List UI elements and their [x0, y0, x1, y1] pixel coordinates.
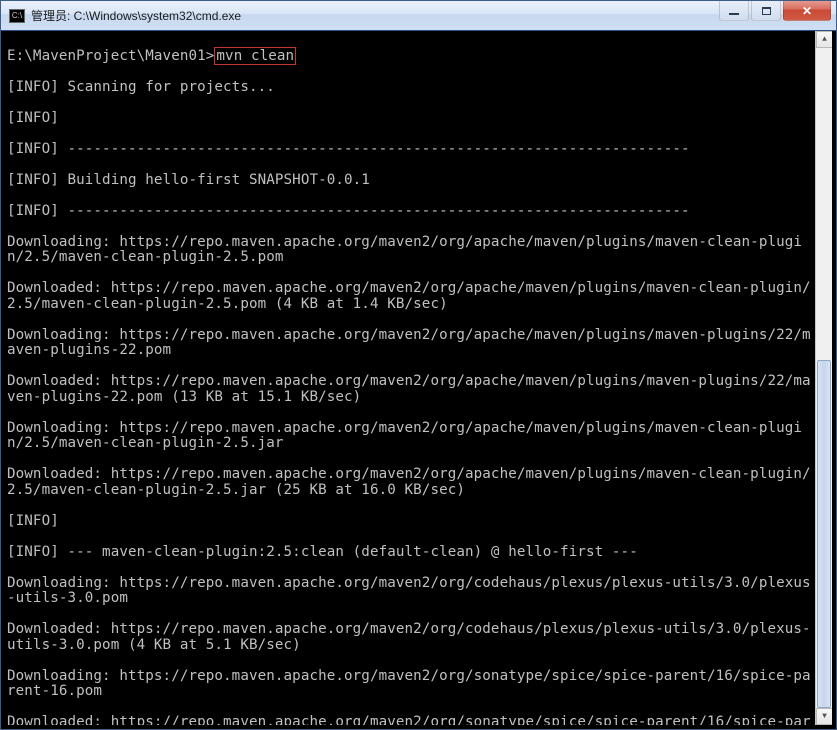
output-line: Downloaded: https://repo.maven.apache.or…: [7, 622, 814, 653]
output-line: Downloaded: https://repo.maven.apache.or…: [7, 374, 814, 405]
window-title: 管理员: C:\Windows\system32\cmd.exe: [31, 7, 241, 24]
output-line: [INFO] --- maven-clean-plugin:2.5:clean …: [7, 545, 814, 561]
output-line: [INFO] ---------------------------------…: [7, 204, 814, 220]
prompt-line: E:\MavenProject\Maven01>mvn clean: [7, 49, 814, 65]
maximize-button[interactable]: [751, 1, 781, 21]
scroll-up-button[interactable]: ▲: [816, 31, 832, 48]
output-line: Downloading: https://repo.maven.apache.o…: [7, 421, 814, 452]
maximize-icon: [762, 7, 771, 15]
vertical-scrollbar[interactable]: ▲ ▼: [815, 31, 832, 725]
output-line: Downloading: https://repo.maven.apache.o…: [7, 235, 814, 266]
scroll-thumb[interactable]: [817, 360, 831, 708]
output-line: Downloaded: https://repo.maven.apache.or…: [7, 715, 814, 725]
close-icon: ✕: [802, 4, 812, 18]
minimize-button[interactable]: [719, 1, 749, 21]
cmd-window: C:\ 管理员: C:\Windows\system32\cmd.exe ✕ E…: [0, 0, 837, 730]
output-line: Downloading: https://repo.maven.apache.o…: [7, 669, 814, 700]
output-line: [INFO]: [7, 111, 814, 127]
minimize-icon: [729, 13, 739, 15]
output-line: [INFO] ---------------------------------…: [7, 142, 814, 158]
output-line: [INFO] Building hello-first SNAPSHOT-0.0…: [7, 173, 814, 189]
scroll-down-button[interactable]: ▼: [816, 708, 832, 725]
terminal-output[interactable]: E:\MavenProject\Maven01>mvn clean [INFO]…: [5, 31, 814, 725]
output-line: [INFO] Scanning for projects...: [7, 80, 814, 96]
close-button[interactable]: ✕: [783, 1, 831, 21]
titlebar[interactable]: C:\ 管理员: C:\Windows\system32\cmd.exe ✕: [1, 1, 836, 31]
cmd-icon: C:\: [9, 9, 25, 23]
output-line: Downloading: https://repo.maven.apache.o…: [7, 576, 814, 607]
output-line: Downloading: https://repo.maven.apache.o…: [7, 328, 814, 359]
output-line: Downloaded: https://repo.maven.apache.or…: [7, 281, 814, 312]
output-line: [INFO]: [7, 514, 814, 530]
window-controls: ✕: [719, 1, 836, 23]
command-highlight: mvn clean: [214, 47, 296, 65]
output-line: Downloaded: https://repo.maven.apache.or…: [7, 467, 814, 498]
prompt-path: E:\MavenProject\Maven01>: [7, 48, 214, 64]
scroll-track[interactable]: [816, 48, 832, 708]
terminal-area: E:\MavenProject\Maven01>mvn clean [INFO]…: [5, 31, 832, 725]
